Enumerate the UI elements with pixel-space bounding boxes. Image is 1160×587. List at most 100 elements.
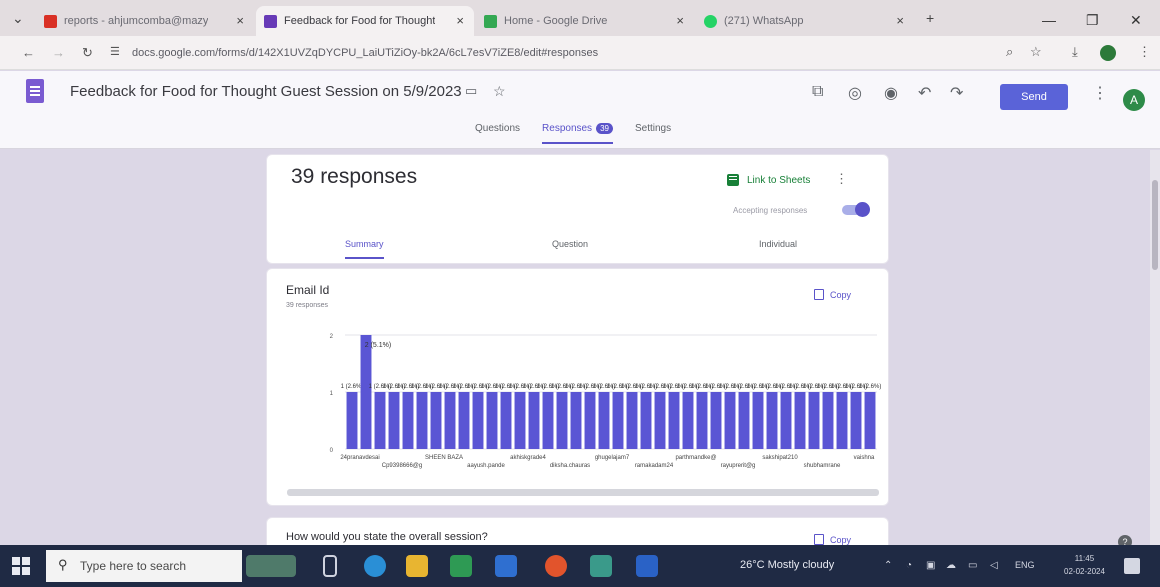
chart-bar [654, 392, 666, 449]
tab-search-icon[interactable]: ⌄ [12, 10, 24, 27]
chart-bar [640, 392, 652, 449]
y-tick-label: 2 [330, 334, 334, 340]
bar-data-label: 1 (2.6%) [859, 384, 882, 390]
forms-favicon-icon [264, 14, 277, 28]
chart-bar [500, 392, 512, 449]
chart-bar [724, 392, 736, 449]
email-question-card: Email Id 39 responses Copy 0121 (2.6%) 2 … [266, 268, 889, 506]
photos-icon[interactable] [590, 555, 612, 577]
tab-questions[interactable]: Questions [475, 123, 520, 144]
restore-icon[interactable]: ❐ [1086, 12, 1099, 29]
chart-bar [388, 392, 400, 449]
folder-icon[interactable]: ▭ [465, 83, 477, 99]
accepting-responses-toggle[interactable] [842, 202, 870, 217]
address-bar[interactable]: ☰ docs.google.com/forms/d/142X1UVZqDYCPU… [110, 41, 980, 65]
undo-icon[interactable]: ↶ [918, 83, 931, 103]
forms-header: Feedback for Food for Thought Guest Sess… [0, 71, 1160, 149]
browser-tab-whatsapp[interactable]: (271) WhatsApp × [696, 6, 914, 36]
system-clock[interactable]: 11:45 02-02-2024 [1064, 552, 1105, 578]
battery-icon[interactable]: ▭ [968, 560, 977, 571]
close-tab-icon[interactable]: × [456, 13, 464, 28]
x-tick-label: rayuprerit@g [721, 463, 756, 469]
file-explorer-icon[interactable] [406, 555, 428, 577]
summary-card: 39 responses Link to Sheets ⋮ Accepting … [266, 154, 889, 264]
copy-chart-button[interactable]: Copy [814, 534, 851, 545]
x-tick-label: aayush.pande [467, 463, 505, 469]
search-highlight-icon[interactable] [246, 555, 296, 577]
star-icon[interactable]: ☆ [493, 83, 506, 100]
close-tab-icon[interactable]: × [236, 13, 244, 28]
back-icon[interactable]: ← [22, 45, 35, 60]
tab-title: Home - Google Drive [504, 15, 608, 27]
meet-icon[interactable]: ▣ [926, 560, 935, 571]
browser-menu-icon[interactable]: ⋮ [1138, 44, 1151, 60]
chart-bar [584, 392, 596, 449]
download-icon[interactable]: ⤓ [1072, 44, 1078, 60]
subtab-individual[interactable]: Individual [759, 239, 797, 257]
mail-icon[interactable] [495, 555, 517, 577]
whatsapp-icon [704, 14, 717, 28]
more-options-icon[interactable]: ⋮ [1092, 83, 1108, 103]
chart-bar [822, 392, 834, 449]
chart-bar [836, 392, 848, 449]
chart-bar [416, 392, 428, 449]
page-scrollbar-thumb[interactable] [1152, 180, 1158, 270]
chart-bar [864, 392, 876, 449]
minimize-icon[interactable]: — [1042, 12, 1056, 28]
page-scrollbar[interactable] [1150, 150, 1160, 545]
network-icon[interactable]: ◔ [906, 560, 912, 571]
browser-tab-feedback[interactable]: Feedback for Food for Thought × [256, 6, 474, 36]
browser-tab-reports[interactable]: reports - ahjumcomba@mazy × [36, 6, 254, 36]
chart-bar [486, 392, 498, 449]
forward-icon[interactable]: → [52, 45, 65, 60]
link-to-sheets-button[interactable]: Link to Sheets [727, 174, 810, 186]
url-text: docs.google.com/forms/d/142X1UVZqDYCPU_L… [132, 47, 599, 59]
form-title[interactable]: Feedback for Food for Thought Guest Sess… [70, 83, 462, 100]
tab-title: reports - ahjumcomba@mazy [64, 15, 209, 27]
zoom-icon[interactable]: ⌕ [1006, 44, 1013, 60]
volume-icon[interactable]: ◁ [990, 560, 998, 571]
tab-responses[interactable]: Responses 39 [542, 123, 613, 144]
tray-arrow-icon[interactable]: ⌃ [884, 560, 892, 571]
send-button[interactable]: Send [1000, 84, 1068, 110]
windows-start-icon[interactable] [12, 557, 30, 575]
sheets-icon [727, 174, 739, 186]
browser-tab-drive[interactable]: Home - Google Drive × [476, 6, 694, 36]
x-tick-label: vaishna [854, 455, 875, 461]
onedrive-icon[interactable]: ☁ [946, 560, 956, 571]
chrome-icon[interactable] [545, 555, 567, 577]
language-indicator[interactable]: ENG [1015, 560, 1035, 570]
chart-bar [626, 392, 638, 449]
responses-more-icon[interactable]: ⋮ [835, 171, 848, 187]
close-tab-icon[interactable]: × [676, 13, 684, 28]
notification-icon[interactable] [1124, 558, 1140, 574]
task-view-icon[interactable] [323, 555, 337, 577]
bookmark-star-icon[interactable]: ☆ [1030, 44, 1042, 60]
avatar[interactable]: A [1123, 89, 1145, 111]
forms-logo-icon[interactable] [26, 79, 44, 103]
close-tab-icon[interactable]: × [896, 13, 904, 28]
edge-icon[interactable] [364, 555, 386, 577]
redo-icon[interactable]: ↷ [950, 83, 963, 103]
subtab-question[interactable]: Question [552, 239, 588, 257]
reload-icon[interactable]: ↻ [82, 45, 93, 61]
palette-icon[interactable]: ◎ [848, 83, 862, 103]
preview-eye-icon[interactable]: ◉ [884, 83, 898, 103]
word-icon[interactable] [636, 555, 658, 577]
addon-puzzle-icon[interactable]: ⧉ [812, 83, 823, 101]
chart-bar [514, 392, 526, 449]
search-icon: ⚲ [58, 557, 68, 572]
excel-icon[interactable] [450, 555, 472, 577]
chart-horizontal-scrollbar[interactable] [287, 489, 879, 496]
close-window-icon[interactable]: ✕ [1130, 12, 1142, 29]
subtab-summary[interactable]: Summary [345, 239, 384, 259]
x-tick-label: sakshipat210 [762, 455, 798, 461]
chart-bar [374, 392, 386, 449]
tab-settings[interactable]: Settings [635, 123, 671, 144]
chart-bar [430, 392, 442, 449]
profile-icon[interactable] [1100, 45, 1116, 61]
weather-widget[interactable]: 26°C Mostly cloudy [740, 559, 834, 571]
site-info-icon[interactable]: ☰ [110, 45, 120, 58]
new-tab-button[interactable]: + [926, 10, 934, 26]
taskbar-search-box[interactable]: ⚲ Type here to search [46, 550, 242, 582]
